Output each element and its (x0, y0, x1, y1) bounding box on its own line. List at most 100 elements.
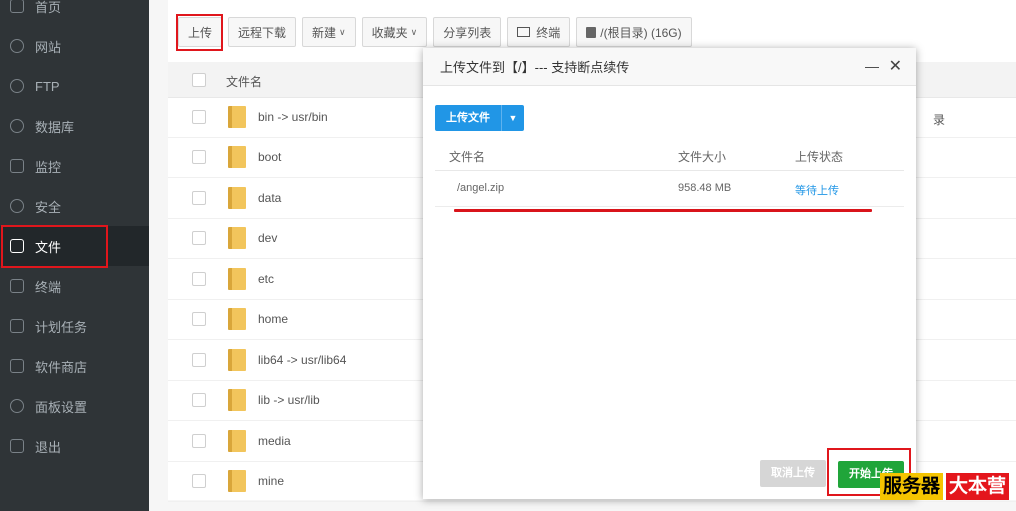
folder-icon (228, 470, 246, 492)
remote-download-button[interactable]: 远程下载 (228, 17, 297, 47)
sidebar-item-label: 网站 (35, 39, 62, 55)
row-checkbox[interactable] (192, 434, 206, 448)
upload-dialog: 上传文件到【/】--- 支持断点续传 — ✕ 上传文件 ▼ 文件名 文件大小 上… (423, 48, 916, 499)
disk-icon (586, 26, 597, 38)
watermark-logo: 大本营 (946, 473, 1010, 500)
upload-queue-row: /angel.zip 958.48 MB 等待上传 (435, 170, 904, 207)
sidebar-item-label: 软件商店 (35, 359, 88, 375)
home-icon (10, 0, 24, 13)
database-icon (10, 119, 24, 133)
new-label: 新建 (312, 25, 337, 40)
sidebar-item-store[interactable]: 软件商店 (0, 346, 149, 386)
logout-icon (10, 439, 24, 453)
close-icon[interactable]: ✕ (889, 56, 902, 76)
folder-icon (228, 430, 246, 452)
sidebar-item-label: 数据库 (35, 119, 75, 135)
row-checkbox[interactable] (192, 191, 206, 205)
shield-icon (10, 199, 24, 213)
folder-icon (228, 187, 246, 209)
row-checkbox[interactable] (192, 110, 206, 124)
favorites-label: 收藏夹 (371, 25, 408, 40)
row-checkbox[interactable] (192, 272, 206, 286)
sidebar-item-label: 安全 (35, 199, 62, 215)
sidebar-item-label: FTP (35, 78, 60, 94)
upload-file-label[interactable]: 上传文件 (435, 105, 502, 131)
upload-file-name: /angel.zip (457, 182, 505, 194)
sidebar-item-settings[interactable]: 面板设置 (0, 386, 149, 426)
folder-icon (228, 106, 246, 128)
chevron-down-icon: ∨ (410, 26, 418, 37)
sidebar-item-label: 监控 (35, 159, 62, 175)
sidebar-item-cron[interactable]: 计划任务 (0, 306, 149, 346)
file-name[interactable]: data (258, 191, 281, 205)
sidebar-item-terminal[interactable]: 终端 (0, 266, 149, 306)
upload-file-size: 958.48 MB (678, 182, 732, 194)
sidebar-item-website[interactable]: 网站 (0, 26, 149, 66)
chevron-down-icon: ∨ (339, 26, 346, 37)
globe-icon (10, 39, 24, 53)
file-name[interactable]: dev (258, 231, 277, 245)
minimize-icon[interactable]: — (865, 58, 879, 74)
row-checkbox[interactable] (192, 393, 206, 407)
folder-icon (228, 308, 246, 330)
file-name[interactable]: media (258, 434, 291, 448)
grid-icon (10, 359, 24, 373)
highlight-box-files (1, 225, 108, 268)
file-name[interactable]: etc (258, 272, 274, 286)
user-icon (10, 79, 24, 93)
column-header-status: 上传状态 (795, 150, 844, 164)
new-dropdown[interactable]: 新建 ∨ (302, 17, 356, 47)
upload-status-badge: 等待上传 (795, 185, 839, 197)
upload-file-button[interactable]: 上传文件 ▼ (435, 105, 524, 131)
sidebar-item-monitor[interactable]: 监控 (0, 146, 149, 186)
caret-down-icon[interactable]: ▼ (502, 105, 524, 131)
sidebar-item-security[interactable]: 安全 (0, 186, 149, 226)
toolbar: 上传 远程下载 新建 ∨ 收藏夹 ∨ 分享列表 终端 /(根目录) (16G) (178, 17, 698, 47)
monitor-icon (10, 159, 24, 173)
disk-label: /(根目录) (16G) (600, 25, 682, 40)
column-header-filename: 文件名 (449, 150, 486, 164)
file-name[interactable]: lib -> usr/lib (258, 393, 320, 407)
dialog-title: 上传文件到【/】--- 支持断点续传 (440, 60, 630, 75)
sidebar-item-label: 面板设置 (35, 399, 88, 415)
sidebar-item-home[interactable]: 首页 (0, 0, 149, 26)
file-name[interactable]: bin -> usr/bin (258, 110, 328, 124)
favorites-dropdown[interactable]: 收藏夹 ∨ (361, 17, 428, 47)
red-underline-annotation (454, 209, 872, 212)
folder-icon (228, 349, 246, 371)
share-list-button[interactable]: 分享列表 (433, 17, 502, 47)
select-all-checkbox[interactable] (192, 73, 206, 87)
folder-icon (228, 227, 246, 249)
file-name[interactable]: mine (258, 474, 284, 488)
partial-cell-text: 录 (933, 113, 946, 127)
terminal-label: 终端 (536, 25, 561, 40)
row-checkbox[interactable] (192, 312, 206, 326)
row-checkbox[interactable] (192, 231, 206, 245)
folder-icon (228, 268, 246, 290)
share-list-label: 分享列表 (443, 25, 492, 40)
terminal-button[interactable]: 终端 (507, 17, 571, 47)
row-checkbox[interactable] (192, 353, 206, 367)
file-name[interactable]: home (258, 312, 288, 326)
cancel-upload-button[interactable]: 取消上传 (760, 460, 826, 487)
folder-icon (228, 146, 246, 168)
file-name[interactable]: lib64 -> usr/lib64 (258, 353, 346, 367)
row-checkbox[interactable] (192, 474, 206, 488)
folder-icon (228, 389, 246, 411)
sidebar-item-label: 终端 (35, 279, 62, 295)
row-checkbox[interactable] (192, 150, 206, 164)
sidebar-item-label: 首页 (35, 0, 62, 15)
dialog-header: 上传文件到【/】--- 支持断点续传 — ✕ (423, 48, 916, 86)
watermark-logo: 服务器 (880, 473, 944, 500)
column-header-name[interactable]: 文件名 (226, 73, 262, 90)
sidebar-item-label: 退出 (35, 439, 62, 455)
sidebar-item-database[interactable]: 数据库 (0, 106, 149, 146)
sidebar-item-label: 计划任务 (35, 319, 88, 335)
calendar-icon (10, 319, 24, 333)
highlight-box-upload (176, 14, 223, 51)
file-name[interactable]: boot (258, 150, 281, 164)
disk-button[interactable]: /(根目录) (16G) (576, 17, 692, 47)
sidebar-item-logout[interactable]: 退出 (0, 426, 149, 466)
sidebar-item-ftp[interactable]: FTP (0, 66, 149, 106)
gear-icon (10, 399, 24, 413)
